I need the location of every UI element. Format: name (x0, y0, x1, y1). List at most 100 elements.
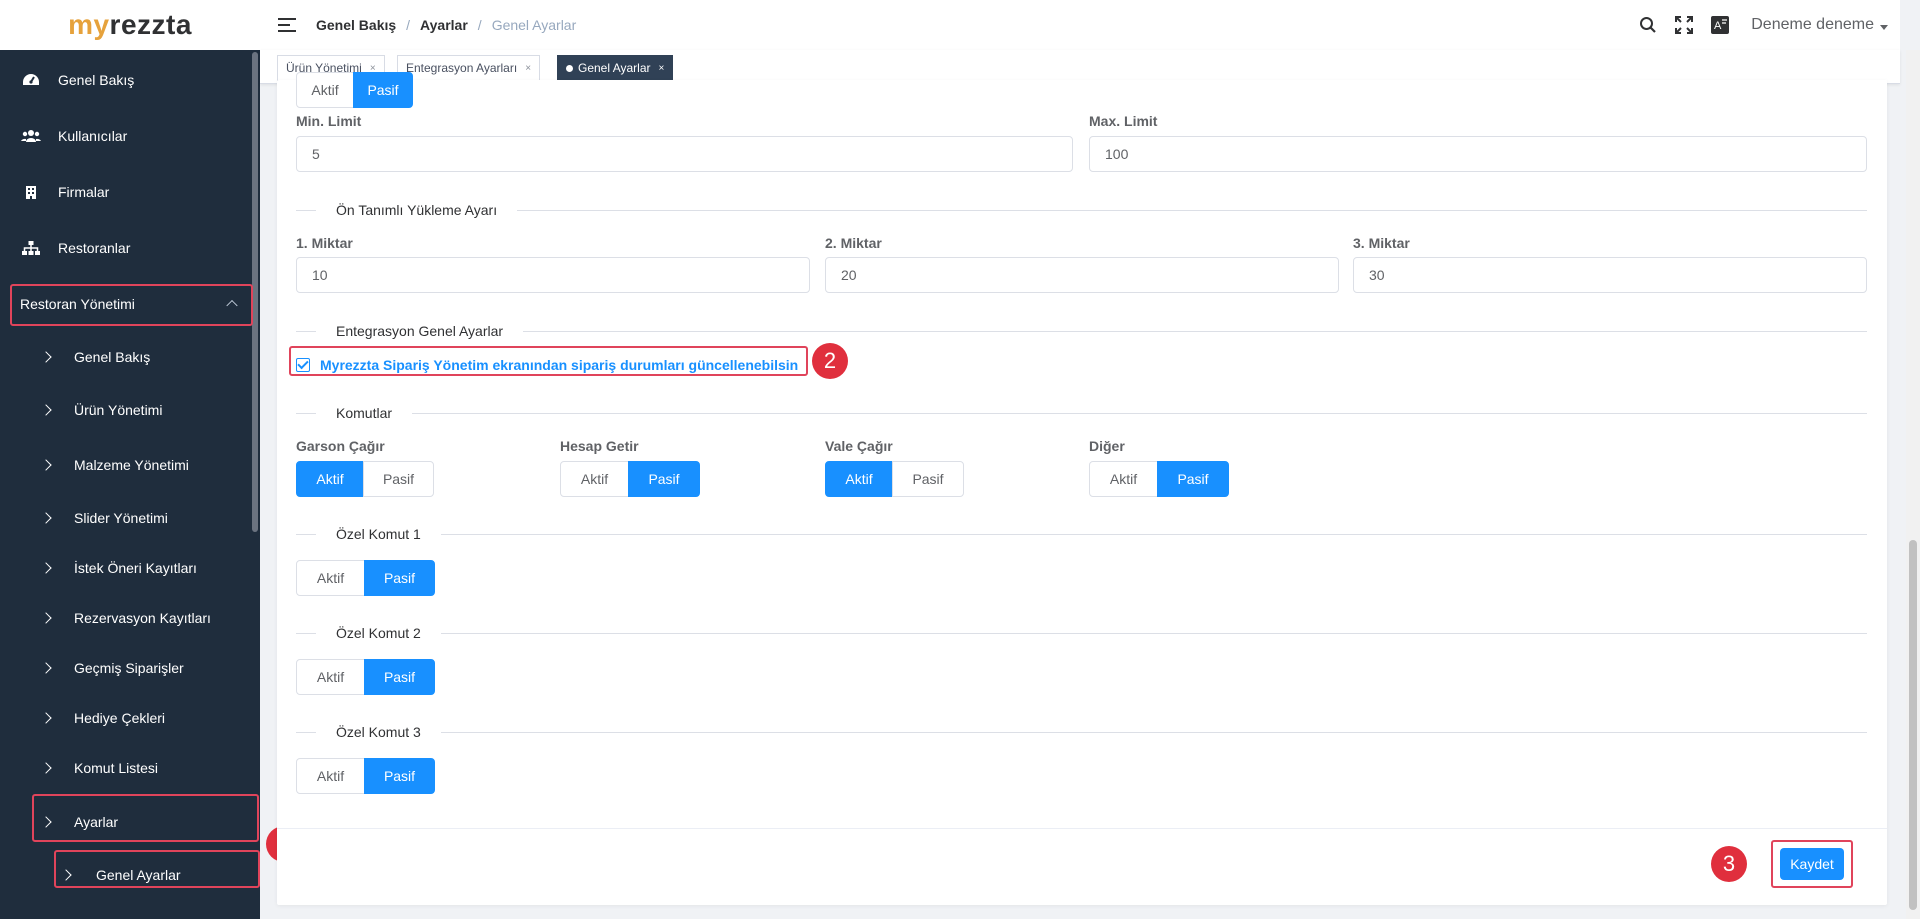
section-divider (296, 633, 1867, 634)
command-toggle-diger: Aktif Pasif (1089, 461, 1229, 497)
dashboard-icon (20, 72, 42, 88)
toggle-aktif[interactable]: Aktif (296, 560, 365, 596)
close-icon[interactable]: × (525, 63, 531, 74)
svg-text:A: A (1714, 20, 1722, 32)
sidebar: my rezzta Genel Bakış Kullanıcılar Firmal… (0, 0, 260, 919)
amount2-label: 2. Miktar (825, 235, 882, 251)
sidebar-sub-item-label: Slider Yönetimi (74, 510, 168, 526)
active-dot-icon (566, 64, 573, 72)
logo-part-my: my (68, 9, 110, 40)
sidebar-sub-item-slider-yonetimi[interactable]: Slider Yönetimi (0, 498, 250, 538)
sidebar-item-firmalar[interactable]: Firmalar (0, 170, 250, 214)
section-divider (296, 534, 1867, 535)
chevron-right-icon (40, 662, 52, 674)
sidebar-item-genel-bakis[interactable]: Genel Bakış (0, 58, 250, 102)
section-divider (296, 413, 1867, 414)
app-logo[interactable]: my rezzta (0, 0, 260, 50)
sidebar-sub-item-malzeme-yonetimi[interactable]: Malzeme Yönetimi (0, 445, 250, 485)
toggle-aktif[interactable]: Aktif (296, 72, 354, 108)
sidebar-item-label: Firmalar (58, 184, 110, 200)
top-header: Genel Bakış / Ayarlar / Genel Ayarlar A … (260, 0, 1900, 50)
command-toggle-vale: Aktif Pasif (825, 461, 964, 497)
sidebar-item-label: Kullanıcılar (58, 128, 128, 144)
toggle-pasif[interactable]: Pasif (892, 461, 964, 497)
sidebar-sub-item-rezervasyon[interactable]: Rezervasyon Kayıtları (0, 598, 250, 638)
sidebar-sub-item-hediye-cekleri[interactable]: Hediye Çekleri (0, 698, 250, 738)
amount1-label: 1. Miktar (296, 235, 353, 251)
section-divider (296, 331, 1867, 332)
sidebar-item-label: Restoranlar (58, 240, 131, 256)
custom-command-toggle-3: Aktif Pasif (296, 758, 435, 794)
search-icon[interactable] (1637, 14, 1659, 36)
amount2-input[interactable]: 20 (825, 257, 1339, 293)
toggle-aktif[interactable]: Aktif (296, 461, 364, 497)
command-label: Hesap Getir (560, 438, 639, 454)
user-name[interactable]: Deneme deneme (1751, 16, 1874, 34)
toggle-pasif[interactable]: Pasif (1157, 461, 1229, 497)
sitemap-icon (20, 240, 42, 256)
breadcrumb-item[interactable]: Genel Bakış (316, 17, 396, 33)
sidebar-item-label: Genel Bakış (58, 72, 135, 88)
page-scrollbar[interactable] (1906, 50, 1920, 919)
sidebar-sub-item-label: Hediye Çekleri (74, 710, 166, 726)
toggle-pasif[interactable]: Pasif (364, 758, 435, 794)
close-icon[interactable]: × (659, 63, 665, 74)
top-toggle: Aktif Pasif (296, 72, 413, 108)
sidebar-item-kullanicilar[interactable]: Kullanıcılar (0, 114, 250, 158)
amount3-input[interactable]: 30 (1353, 257, 1867, 293)
sidebar-sub-item-gecmis-siparisler[interactable]: Geçmiş Siparişler (0, 648, 250, 688)
toggle-pasif[interactable]: Pasif (628, 461, 700, 497)
min-limit-input[interactable]: 5 (296, 136, 1073, 172)
section-title-custom2: Özel Komut 2 (316, 625, 441, 641)
annotation-badge-3: 3 (1711, 846, 1747, 882)
command-label: Garson Çağır (296, 438, 385, 454)
command-label: Vale Çağır (825, 438, 893, 454)
toggle-aktif[interactable]: Aktif (560, 461, 629, 497)
menu-toggle-icon[interactable] (278, 18, 296, 32)
highlight-box-genel-ayarlar (54, 850, 260, 888)
caret-down-icon[interactable] (1880, 24, 1888, 30)
amount3-label: 3. Miktar (1353, 235, 1410, 251)
toggle-aktif[interactable]: Aktif (825, 461, 893, 497)
amount1-input[interactable]: 10 (296, 257, 810, 293)
sidebar-item-restoranlar[interactable]: Restoranlar (0, 226, 250, 270)
breadcrumb-separator: / (477, 17, 482, 33)
annotation-badge-2: 2 (812, 343, 848, 379)
highlight-box-restoran-yonetimi (10, 284, 253, 326)
section-title-commands: Komutlar (316, 405, 413, 421)
sidebar-sub-item-label: Komut Listesi (74, 760, 159, 776)
tag-genel-ayarlar[interactable]: Genel Ayarlar × (557, 55, 674, 81)
header-actions: A Deneme deneme (1637, 0, 1900, 50)
sidebar-sub-item-komut-listesi[interactable]: Komut Listesi (0, 748, 250, 788)
max-limit-input[interactable]: 100 (1089, 136, 1867, 172)
toggle-pasif[interactable]: Pasif (363, 461, 434, 497)
breadcrumb-item[interactable]: Ayarlar (420, 17, 468, 33)
sidebar-sub-item-label: Malzeme Yönetimi (74, 457, 189, 473)
toggle-aktif[interactable]: Aktif (296, 758, 365, 794)
sidebar-sub-item-genel-bakis[interactable]: Genel Bakış (0, 337, 250, 377)
save-button[interactable]: Kaydet (1780, 848, 1844, 880)
tag-entegrasyon-ayarlari[interactable]: Entegrasyon Ayarları × (397, 55, 541, 81)
toggle-pasif[interactable]: Pasif (364, 560, 435, 596)
toggle-aktif[interactable]: Aktif (296, 659, 365, 695)
sidebar-sub-item-istek-oneri[interactable]: İstek Öneri Kayıtları (0, 548, 250, 588)
toggle-pasif[interactable]: Pasif (353, 72, 413, 108)
sidebar-sub-item-urun-yonetimi[interactable]: Ürün Yönetimi (0, 390, 250, 430)
sidebar-sub-item-label: İstek Öneri Kayıtları (74, 560, 197, 576)
tags-view: Ürün Yönetimi × Entegrasyon Ayarları × G… (260, 50, 1900, 84)
command-label: Diğer (1089, 438, 1125, 454)
toggle-pasif[interactable]: Pasif (364, 659, 435, 695)
toggle-aktif[interactable]: Aktif (1089, 461, 1158, 497)
language-icon[interactable]: A (1709, 14, 1731, 36)
max-limit-label: Max. Limit (1089, 113, 1158, 129)
chevron-right-icon (40, 562, 52, 574)
sidebar-sub-item-label: Geçmiş Siparişler (74, 660, 184, 676)
chevron-right-icon (40, 762, 52, 774)
fullscreen-icon[interactable] (1673, 14, 1695, 36)
page-scrollbar-thumb[interactable] (1909, 540, 1917, 910)
card-footer-divider (277, 828, 1887, 829)
sidebar-sub-item-label: Genel Bakış (74, 349, 151, 365)
tag-label: Genel Ayarlar (578, 61, 651, 75)
highlight-box-checkbox (289, 346, 808, 376)
section-title-custom3: Özel Komut 3 (316, 724, 441, 740)
